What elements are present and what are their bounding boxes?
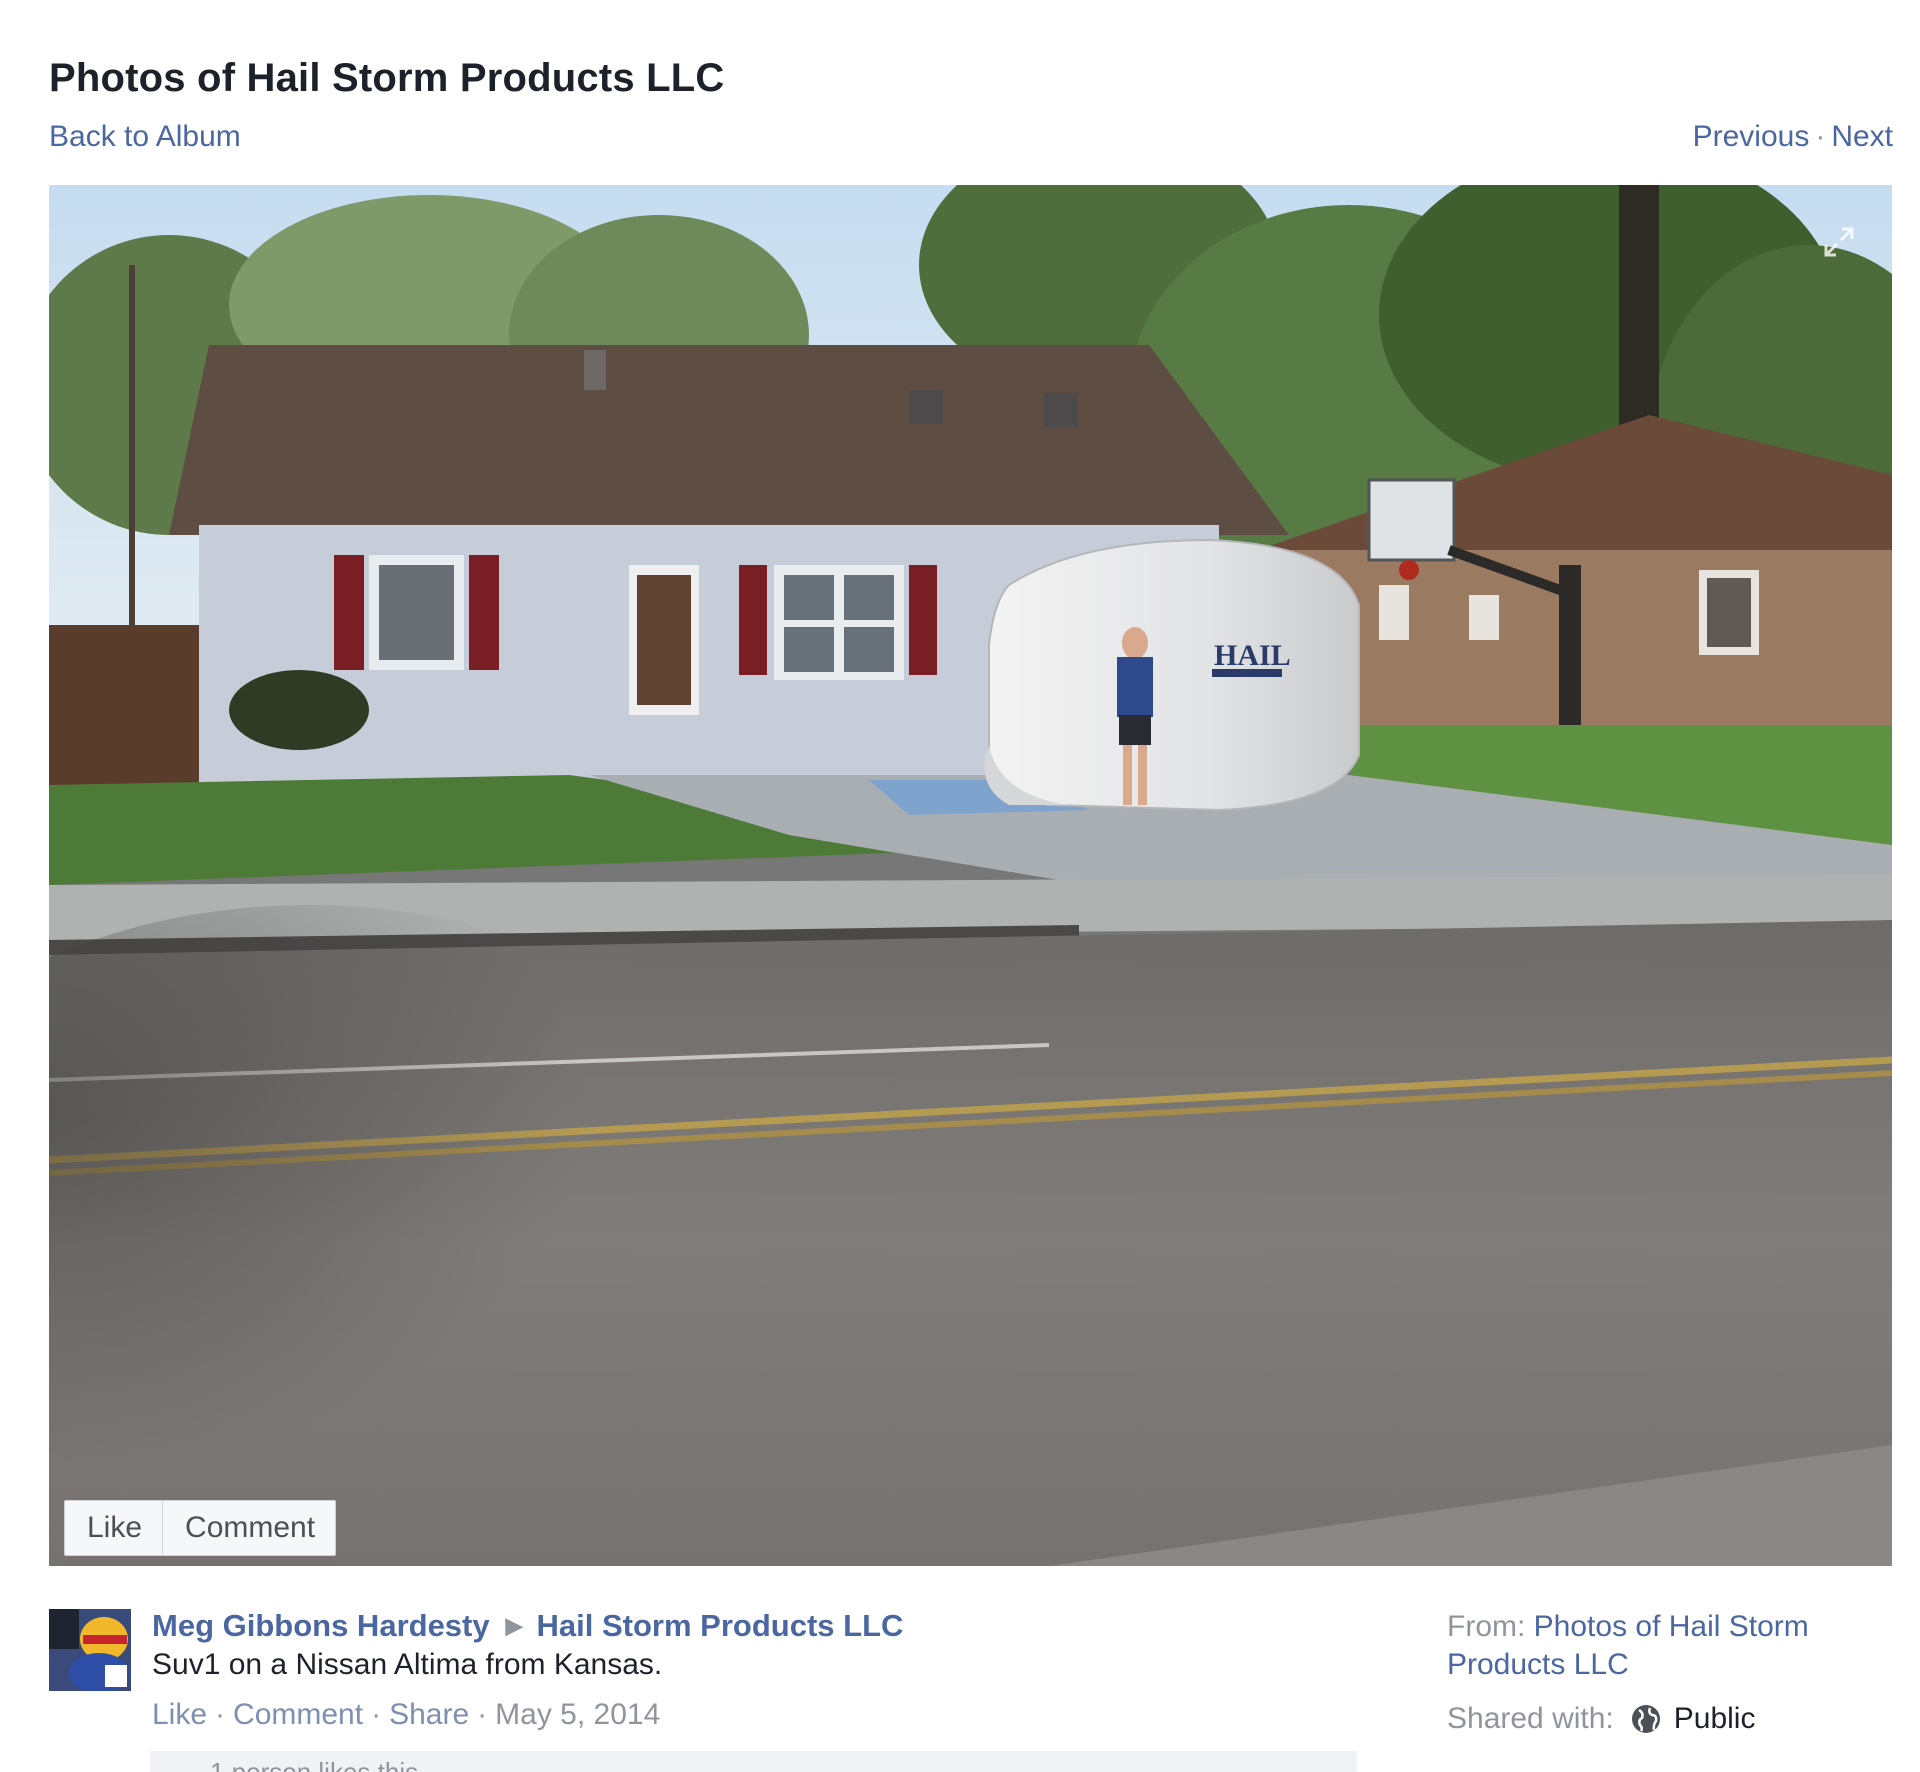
- globe-icon[interactable]: [1630, 1703, 1662, 1735]
- likes-bar-pointer: [186, 1751, 210, 1761]
- main-photo[interactable]: HAIL Like Comment: [49, 185, 1892, 1566]
- pager-separator: ·: [1815, 120, 1826, 153]
- likes-summary-bar: 1 person likes this.: [150, 1751, 1357, 1772]
- likes-summary-text[interactable]: 1 person likes this.: [210, 1757, 425, 1772]
- action-separator: ·: [477, 1698, 488, 1731]
- page-target-link[interactable]: Hail Storm Products LLC: [537, 1608, 904, 1643]
- photo-scene: HAIL: [49, 185, 1892, 1566]
- album-source: From: Photos of Hail Storm Products LLC: [1447, 1608, 1867, 1684]
- avatar-image: [49, 1609, 131, 1691]
- post-header: Meg Gibbons Hardesty ▶ Hail Storm Products…: [152, 1608, 903, 1644]
- photo-action-bar: Like Comment: [64, 1500, 337, 1556]
- expand-icon[interactable]: [1822, 225, 1856, 259]
- shared-with-label: Shared with:: [1447, 1702, 1614, 1735]
- post-share-link[interactable]: Share: [389, 1698, 469, 1731]
- audience-label: Public: [1673, 1702, 1756, 1735]
- post-date-link[interactable]: May 5, 2014: [495, 1698, 660, 1731]
- post-actions: Like · Comment · Share · May 5, 2014: [152, 1698, 660, 1732]
- photo-viewer-page: Photos of Hail Storm Products LLC Back t…: [0, 0, 1920, 1772]
- photo-like-button[interactable]: Like: [65, 1501, 162, 1555]
- back-to-album-link[interactable]: Back to Album: [49, 120, 241, 154]
- fence: [49, 625, 199, 785]
- from-label: From:: [1447, 1610, 1526, 1643]
- privacy-info: Shared with: Public: [1447, 1702, 1755, 1736]
- photo-comment-button[interactable]: Comment: [162, 1501, 335, 1555]
- photo-pager: Previous · Next: [1693, 120, 1893, 154]
- page-title: Photos of Hail Storm Products LLC: [49, 56, 725, 100]
- next-link[interactable]: Next: [1831, 120, 1893, 153]
- action-separator: ·: [215, 1698, 226, 1731]
- arrow-right-icon: ▶: [505, 1613, 523, 1638]
- cover-brand-text: HAIL: [1214, 639, 1291, 672]
- car-cover: HAIL: [984, 538, 1360, 812]
- post-like-link[interactable]: Like: [152, 1698, 207, 1731]
- action-separator: ·: [371, 1698, 382, 1731]
- author-link[interactable]: Meg Gibbons Hardesty: [152, 1608, 490, 1643]
- previous-link[interactable]: Previous: [1693, 120, 1810, 153]
- post-comment-link[interactable]: Comment: [233, 1698, 363, 1731]
- photo-caption: Suv1 on a Nissan Altima from Kansas.: [152, 1648, 663, 1681]
- avatar[interactable]: [49, 1609, 131, 1691]
